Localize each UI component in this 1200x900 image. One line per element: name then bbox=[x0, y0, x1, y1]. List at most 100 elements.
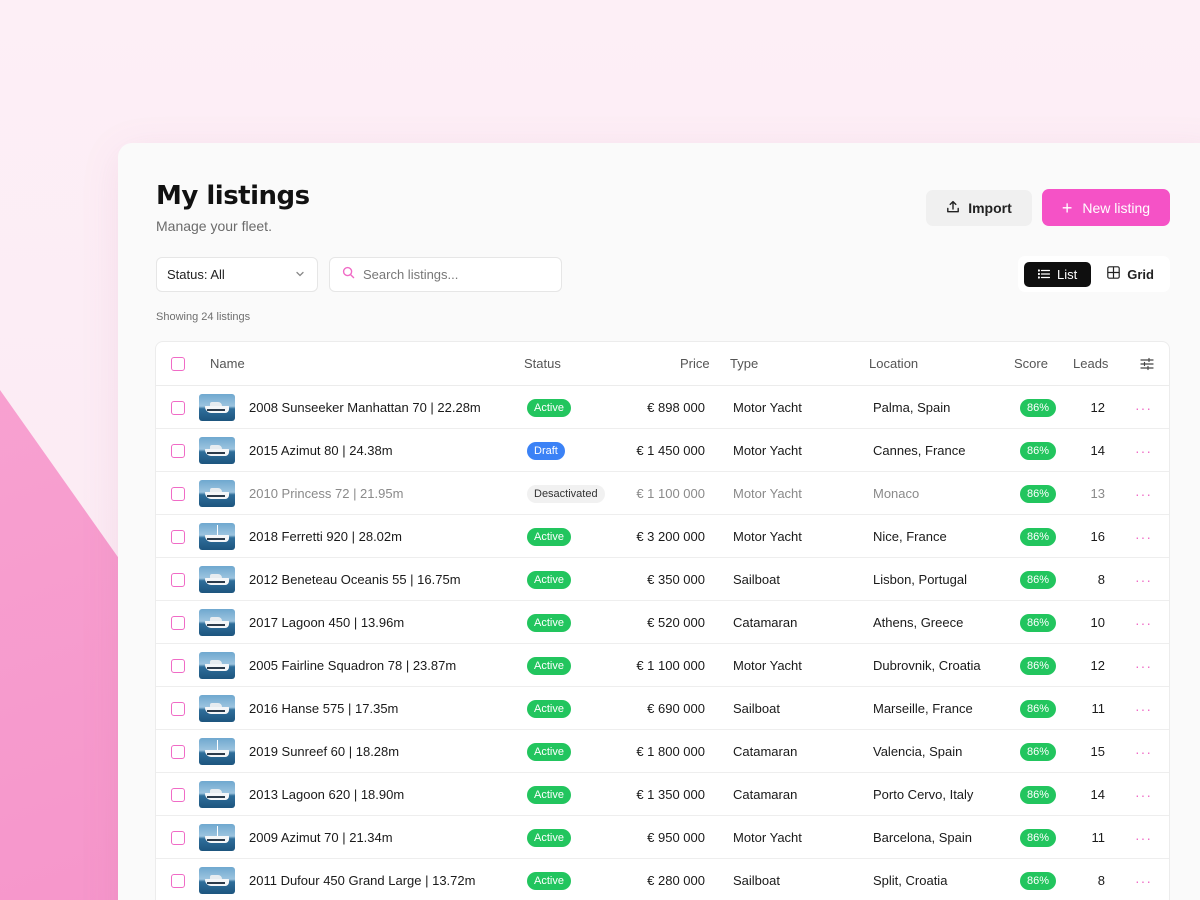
row-checkbox[interactable] bbox=[171, 472, 185, 515]
column-leads[interactable]: Leads bbox=[1073, 356, 1108, 371]
listing-name[interactable]: 2018 Ferretti 920 | 28.02m bbox=[249, 515, 402, 558]
status-badge: Active bbox=[527, 773, 571, 816]
listing-thumbnail bbox=[199, 687, 235, 730]
table-row[interactable]: 2009 Azimut 70 | 21.34m Active € 950 000 Mo… bbox=[156, 816, 1169, 859]
table-row[interactable]: 2017 Lagoon 450 | 13.96m Active € 520 000 C… bbox=[156, 601, 1169, 644]
listing-thumbnail bbox=[199, 515, 235, 558]
listing-name[interactable]: 2013 Lagoon 620 | 18.90m bbox=[249, 773, 404, 816]
listing-location: Nice, France bbox=[873, 529, 947, 544]
table-row[interactable]: 2011 Dufour 450 Grand Large | 13.72m Acti… bbox=[156, 859, 1169, 900]
row-checkbox[interactable] bbox=[171, 601, 185, 644]
row-checkbox[interactable] bbox=[171, 558, 185, 601]
listing-location: Lisbon, Portugal bbox=[873, 572, 967, 587]
row-checkbox[interactable] bbox=[171, 644, 185, 687]
view-toggle: List Grid bbox=[1018, 256, 1170, 292]
leads-count: 11 bbox=[1091, 701, 1106, 716]
table-row[interactable]: 2015 Azimut 80 | 24.38m Draft € 1 450 000 M… bbox=[156, 429, 1169, 472]
more-horizontal-icon[interactable]: ··· bbox=[1135, 601, 1152, 644]
more-horizontal-icon[interactable]: ··· bbox=[1135, 472, 1152, 515]
sliders-icon[interactable] bbox=[1140, 357, 1154, 374]
status-badge-label: Draft bbox=[527, 441, 565, 460]
listing-name[interactable]: 2011 Dufour 450 Grand Large | 13.72m bbox=[249, 859, 475, 900]
score-value: 86% bbox=[1020, 828, 1057, 847]
more-horizontal-icon[interactable]: ··· bbox=[1135, 558, 1152, 601]
table-row[interactable]: 2019 Sunreef 60 | 18.28m Active € 1 800 00… bbox=[156, 730, 1169, 773]
listing-location: Dubrovnik, Croatia bbox=[873, 658, 981, 673]
listing-name[interactable]: 2019 Sunreef 60 | 18.28m bbox=[249, 730, 399, 773]
new-listing-button[interactable]: + New listing bbox=[1042, 189, 1170, 226]
status-filter-select[interactable]: Status: All bbox=[156, 257, 318, 292]
listing-thumbnail bbox=[199, 558, 235, 601]
row-checkbox[interactable] bbox=[171, 386, 185, 429]
leads-count: 13 bbox=[1090, 486, 1105, 501]
listing-type: Motor Yacht bbox=[733, 658, 802, 673]
table-row[interactable]: 2018 Ferretti 920 | 28.02m Active € 3 200 … bbox=[156, 515, 1169, 558]
listing-name[interactable]: 2017 Lagoon 450 | 13.96m bbox=[249, 601, 404, 644]
view-list-button[interactable]: List bbox=[1024, 261, 1092, 287]
more-horizontal-icon[interactable]: ··· bbox=[1135, 687, 1152, 730]
column-location[interactable]: Location bbox=[869, 356, 918, 371]
more-horizontal-icon[interactable]: ··· bbox=[1135, 386, 1152, 429]
score-badge: 86% bbox=[1020, 644, 1057, 687]
row-checkbox[interactable] bbox=[171, 687, 185, 730]
listing-location: Split, Croatia bbox=[873, 873, 948, 888]
list-icon bbox=[1037, 267, 1051, 282]
row-checkbox[interactable] bbox=[171, 515, 185, 558]
column-score[interactable]: Score bbox=[1014, 356, 1048, 371]
more-horizontal-icon[interactable]: ··· bbox=[1135, 730, 1152, 773]
leads-count: 8 bbox=[1097, 873, 1105, 888]
listing-name[interactable]: 2010 Princess 72 | 21.95m bbox=[249, 472, 403, 515]
listing-name[interactable]: 2015 Azimut 80 | 24.38m bbox=[249, 429, 393, 472]
table-row[interactable]: 2005 Fairline Squadron 78 | 23.87m Active… bbox=[156, 644, 1169, 687]
status-badge: Active bbox=[527, 730, 571, 773]
leads-count: 11 bbox=[1091, 830, 1106, 845]
more-horizontal-icon[interactable]: ··· bbox=[1135, 859, 1152, 900]
listing-price: € 520 000 bbox=[647, 615, 705, 630]
listing-name[interactable]: 2016 Hanse 575 | 17.35m bbox=[249, 687, 398, 730]
score-badge: 86% bbox=[1020, 601, 1057, 644]
listing-type: Catamaran bbox=[733, 744, 798, 759]
more-horizontal-icon[interactable]: ··· bbox=[1135, 429, 1152, 472]
score-badge: 86% bbox=[1020, 472, 1057, 515]
status-badge: Active bbox=[527, 558, 571, 601]
row-checkbox[interactable] bbox=[171, 859, 185, 900]
leads-count: 16 bbox=[1090, 529, 1105, 544]
score-badge: 86% bbox=[1020, 730, 1057, 773]
view-grid-button[interactable]: Grid bbox=[1097, 262, 1164, 287]
table-header: Name Status Price Type Location Score Le… bbox=[156, 342, 1169, 386]
row-checkbox[interactable] bbox=[171, 816, 185, 859]
leads-count: 14 bbox=[1090, 443, 1105, 458]
column-status[interactable]: Status bbox=[524, 356, 561, 371]
more-horizontal-icon[interactable]: ··· bbox=[1135, 644, 1152, 687]
listing-name[interactable]: 2005 Fairline Squadron 78 | 23.87m bbox=[249, 644, 456, 687]
more-horizontal-icon[interactable]: ··· bbox=[1135, 515, 1152, 558]
column-price[interactable]: Price bbox=[680, 356, 710, 371]
import-button[interactable]: Import bbox=[926, 190, 1032, 226]
listing-name[interactable]: 2012 Beneteau Oceanis 55 | 16.75m bbox=[249, 558, 461, 601]
score-badge: 86% bbox=[1020, 859, 1057, 900]
more-horizontal-icon[interactable]: ··· bbox=[1135, 773, 1152, 816]
table-row[interactable]: 2010 Princess 72 | 21.95m Desactivated € 1… bbox=[156, 472, 1169, 515]
row-checkbox[interactable] bbox=[171, 730, 185, 773]
row-checkbox[interactable] bbox=[171, 429, 185, 472]
row-checkbox[interactable] bbox=[171, 773, 185, 816]
listing-name[interactable]: 2008 Sunseeker Manhattan 70 | 22.28m bbox=[249, 386, 481, 429]
search-box[interactable] bbox=[329, 257, 562, 292]
listing-location: Valencia, Spain bbox=[873, 744, 963, 759]
status-badge: Active bbox=[527, 601, 571, 644]
table-row[interactable]: 2008 Sunseeker Manhattan 70 | 22.28m Acti… bbox=[156, 386, 1169, 429]
listing-name[interactable]: 2009 Azimut 70 | 21.34m bbox=[249, 816, 393, 859]
more-horizontal-icon[interactable]: ··· bbox=[1135, 816, 1152, 859]
status-badge-label: Active bbox=[527, 699, 571, 718]
table-row[interactable]: 2012 Beneteau Oceanis 55 | 16.75m Active €… bbox=[156, 558, 1169, 601]
table-row[interactable]: 2013 Lagoon 620 | 18.90m Active € 1 350 00… bbox=[156, 773, 1169, 816]
leads-count: 14 bbox=[1090, 787, 1105, 802]
select-all-checkbox[interactable] bbox=[171, 357, 185, 371]
column-name[interactable]: Name bbox=[210, 356, 245, 371]
column-type[interactable]: Type bbox=[730, 356, 758, 371]
search-input[interactable] bbox=[363, 267, 543, 282]
listing-thumbnail bbox=[199, 816, 235, 859]
table-row[interactable]: 2016 Hanse 575 | 17.35m Active € 690 000 Sa… bbox=[156, 687, 1169, 730]
status-badge-label: Desactivated bbox=[527, 484, 605, 503]
new-listing-label: New listing bbox=[1082, 199, 1151, 216]
